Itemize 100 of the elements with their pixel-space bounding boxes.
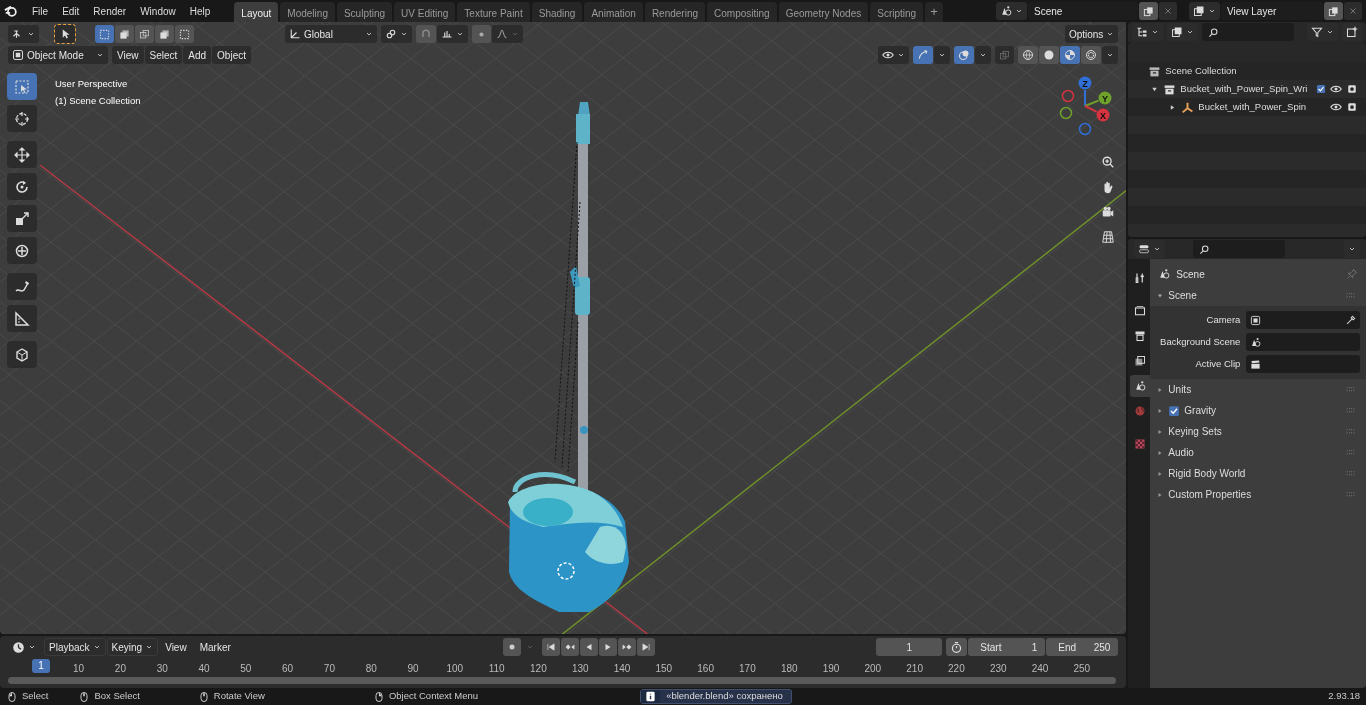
selection-mode-button[interactable]: [95, 25, 114, 43]
section-title[interactable]: Units: [1168, 382, 1192, 397]
workspace-tab[interactable]: Rendering: [644, 2, 706, 22]
section-title[interactable]: Audio: [1168, 445, 1194, 460]
menu-item[interactable]: Edit: [56, 1, 86, 21]
snap-target-dropdown[interactable]: [437, 25, 468, 43]
cursor-tool[interactable]: [7, 105, 37, 132]
previous-keyframe-button[interactable]: [560, 638, 579, 657]
duplicate-button[interactable]: [1324, 2, 1343, 20]
playhead[interactable]: 1: [32, 659, 50, 674]
header-menu[interactable]: Marker: [193, 638, 237, 657]
new-collection-button[interactable]: [1342, 23, 1362, 41]
shading-mode-button[interactable]: [1039, 46, 1060, 64]
view-layer-field[interactable]: View Layer: [1221, 2, 1323, 20]
xray-toggle[interactable]: [995, 46, 1015, 64]
timeline-scrollbar[interactable]: [8, 677, 1117, 685]
scene-field[interactable]: Scene: [1028, 2, 1138, 20]
visibility-dropdown[interactable]: [878, 46, 910, 64]
section-title[interactable]: Custom Properties: [1168, 487, 1252, 502]
annotate-tool[interactable]: [7, 273, 37, 300]
menu-item[interactable]: Help: [183, 1, 217, 21]
axis-handle[interactable]: Z: [1078, 76, 1092, 90]
viewport-3d[interactable]: Global Options Object Mode View Select Add Object User Perspective (1) Scene Collection Z Y X: [0, 22, 1127, 635]
panel-title[interactable]: Scene: [1168, 288, 1197, 303]
workspace-tab[interactable]: Texture Paint: [457, 2, 530, 22]
view-layer-dropdown[interactable]: [1189, 2, 1220, 20]
header-menu[interactable]: View: [159, 638, 193, 657]
workspace-tab[interactable]: Animation: [584, 2, 643, 22]
workspace-tab[interactable]: Compositing: [707, 2, 777, 22]
section-title[interactable]: Gravity: [1184, 403, 1216, 418]
render-camera-icon[interactable]: [1346, 101, 1358, 113]
proportional-edit-toggle[interactable]: [472, 25, 491, 43]
eyedropper-icon[interactable]: [1345, 314, 1356, 326]
add-workspace-button[interactable]: +: [925, 2, 943, 22]
mode-dropdown[interactable]: Object Mode: [8, 46, 108, 64]
negative-axis-handle[interactable]: [1061, 89, 1075, 103]
workspace-tab[interactable]: Shading: [531, 2, 583, 22]
filter-dropdown[interactable]: [1307, 23, 1338, 41]
workspace-tab[interactable]: UV Editing: [394, 2, 456, 22]
editor-type-dropdown[interactable]: [1134, 240, 1166, 258]
next-keyframe-button[interactable]: [617, 638, 636, 657]
menu-item[interactable]: File: [26, 1, 55, 21]
duplicate-button[interactable]: [1139, 2, 1158, 20]
add-cube-tool[interactable]: [7, 341, 37, 368]
selection-mode-button[interactable]: [175, 25, 194, 43]
visibility-eye-icon[interactable]: [1330, 101, 1342, 113]
render-camera-icon[interactable]: [1346, 83, 1358, 95]
snap-toggle[interactable]: [416, 25, 436, 43]
transform-tool[interactable]: [7, 237, 37, 264]
auto-keying-toggle[interactable]: [502, 638, 521, 657]
play-button[interactable]: [598, 638, 617, 657]
scale-tool[interactable]: [7, 205, 37, 232]
workspace-tab[interactable]: Geometry Nodes: [778, 2, 869, 22]
scene-dropdown[interactable]: [996, 2, 1027, 20]
workspace-tab[interactable]: Modeling: [280, 2, 335, 22]
pivot-dropdown[interactable]: [381, 25, 412, 43]
editor-type-dropdown[interactable]: [8, 25, 39, 43]
timeline-dropdown[interactable]: Keying: [106, 638, 159, 657]
axis-handle[interactable]: X: [1096, 108, 1110, 122]
negative-axis-handle[interactable]: [1059, 106, 1073, 120]
workspace-tab[interactable]: Scripting: [870, 2, 924, 22]
outliner-item[interactable]: Bucket_with_Power_Spin_Wri: [1180, 81, 1312, 97]
selection-mode-button[interactable]: [135, 25, 154, 43]
exclude-checkbox[interactable]: [1316, 84, 1326, 94]
menu-item[interactable]: Window: [134, 1, 182, 21]
preview-range-toggle[interactable]: [946, 638, 968, 657]
orientation-dropdown[interactable]: Global: [285, 25, 377, 43]
workspace-tab[interactable]: Sculpting: [336, 2, 393, 22]
jump-start-button[interactable]: [541, 638, 560, 657]
play-reverse-button[interactable]: [579, 638, 598, 657]
outliner-item[interactable]: Bucket_with_Power_Spin: [1198, 99, 1326, 115]
shading-mode-button[interactable]: [1018, 46, 1039, 64]
selection-mode-button[interactable]: [155, 25, 174, 43]
search-field[interactable]: [1193, 240, 1286, 258]
end-frame-field[interactable]: End 250: [1046, 638, 1119, 657]
current-frame-field[interactable]: 1: [876, 638, 943, 657]
shading-mode-button[interactable]: [1081, 46, 1102, 64]
timeline-dropdown[interactable]: Playback: [44, 638, 106, 657]
jump-end-button[interactable]: [636, 638, 655, 657]
section-title[interactable]: Rigid Body World: [1168, 466, 1246, 481]
shading-mode-button[interactable]: [1060, 46, 1081, 64]
object-field[interactable]: [1246, 355, 1360, 373]
section-checkbox[interactable]: [1168, 404, 1181, 417]
falloff-dropdown[interactable]: [492, 25, 523, 43]
gizmo-toggle[interactable]: [913, 46, 934, 64]
move-tool[interactable]: [7, 141, 37, 168]
object-field[interactable]: [1246, 333, 1360, 351]
select-tool-button[interactable]: [55, 25, 75, 43]
section-title[interactable]: Keying Sets: [1168, 424, 1222, 439]
rotate-tool[interactable]: [7, 173, 37, 200]
header-menu[interactable]: View: [112, 46, 144, 64]
display-mode-dropdown[interactable]: [1132, 23, 1164, 41]
editor-type-dropdown[interactable]: [1167, 23, 1199, 41]
menu-item[interactable]: Render: [87, 1, 133, 21]
search-field[interactable]: [1202, 23, 1295, 41]
overlay-toggle[interactable]: [954, 46, 975, 64]
select-box-tool[interactable]: [7, 73, 37, 100]
header-menu[interactable]: Object: [212, 46, 251, 64]
measure-tool[interactable]: [7, 305, 37, 332]
header-menu[interactable]: Select: [144, 46, 183, 64]
